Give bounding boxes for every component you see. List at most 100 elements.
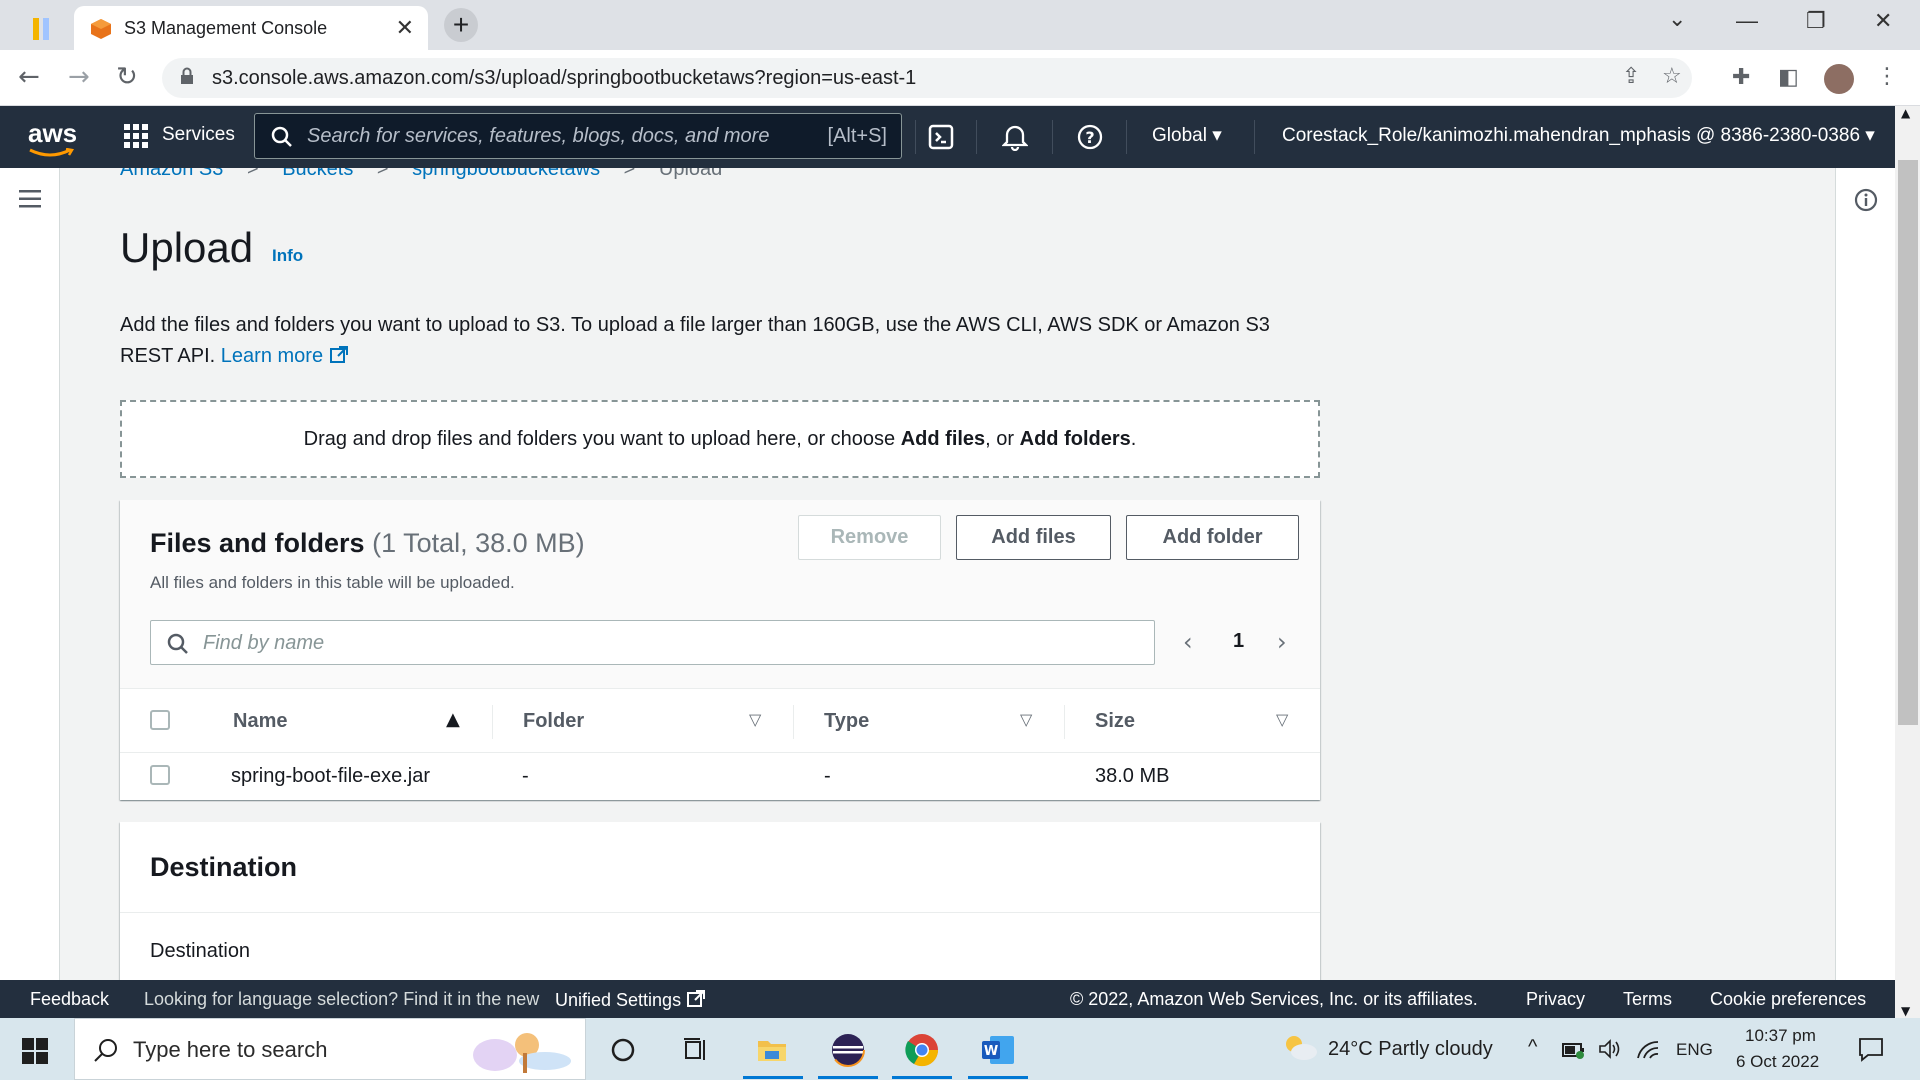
show-hidden-icons[interactable]: ^ [1528,1036,1537,1059]
services-grid-icon[interactable] [124,124,148,148]
language-indicator[interactable]: ENG [1676,1040,1713,1060]
account-menu[interactable]: Corestack_Role/kanimozhi.mahendran_mphas… [1282,124,1875,147]
cookie-preferences-link[interactable]: Cookie preferences [1710,989,1866,1010]
browser-tab[interactable]: S3 Management Console ✕ [74,6,428,50]
new-tab-button[interactable]: + [444,8,478,42]
hamburger-menu-icon[interactable] [19,190,41,208]
next-page-icon[interactable]: › [1277,628,1287,656]
terms-link[interactable]: Terms [1623,989,1672,1010]
column-name[interactable]: Name [233,689,287,754]
sort-ascending-icon[interactable]: ▲ [446,709,460,730]
share-icon[interactable]: ⇪ [1622,64,1640,89]
language-message: Looking for language selection? Find it … [144,989,540,1009]
aws-search-input[interactable]: Search for services, features, blogs, do… [254,113,902,159]
restore-icon[interactable]: ❐ [1806,8,1826,34]
scroll-up-icon[interactable]: ▲ [1901,106,1910,120]
column-size[interactable]: Size [1095,689,1135,754]
reload-icon[interactable]: ↻ [116,62,138,92]
sort-icon[interactable]: ▽ [1020,710,1032,729]
privacy-link[interactable]: Privacy [1526,989,1585,1010]
battery-icon[interactable] [1562,1040,1586,1060]
search-icon [94,1039,117,1062]
svg-text:?: ? [1085,128,1094,147]
tab-close-icon[interactable]: ✕ [396,16,414,41]
column-folder[interactable]: Folder [523,689,584,754]
sort-icon[interactable]: ▽ [1276,710,1288,729]
column-type[interactable]: Type [824,689,869,754]
forward-icon[interactable]: → [68,62,90,92]
notification-center-icon[interactable] [1858,1036,1884,1062]
scroll-down-icon[interactable]: ▼ [1901,1004,1910,1018]
unified-settings-link[interactable]: Unified Settings [555,989,706,1011]
extensions-icon[interactable]: ✚ [1732,65,1750,90]
aws-footer: Feedback Looking for language selection?… [0,980,1895,1018]
minimize-icon[interactable]: — [1736,8,1758,34]
breadcrumb-amazon-s3[interactable]: Amazon S3 [120,168,223,180]
page-description: Add the files and folders you want to up… [120,314,1270,367]
search-icon [271,126,292,147]
destination-panel: Destination Destination [120,822,1320,980]
chrome-icon[interactable] [900,1028,944,1072]
back-icon[interactable]: ← [18,62,40,92]
app-icon[interactable] [12,8,72,50]
weather-partly-cloudy-icon[interactable] [1280,1032,1318,1062]
feedback-link[interactable]: Feedback [30,989,109,1010]
add-folder-button[interactable]: Add folder [1126,515,1299,560]
windows-start-icon[interactable] [22,1038,48,1064]
learn-more-link[interactable]: Learn more [221,345,349,367]
svg-text:W: W [984,1044,998,1059]
file-type: - [824,765,831,787]
dropzone-add-files: Add files [900,427,986,450]
breadcrumb-bucket[interactable]: springbootbucketaws [412,168,600,180]
previous-page-icon[interactable]: ‹ [1183,628,1193,656]
task-view-icon[interactable] [674,1028,718,1072]
aws-logo[interactable]: aws [28,118,77,157]
browser-tab-bar: S3 Management Console ✕ + ⌄ — ❐ ✕ [0,0,1920,50]
find-by-name-input[interactable]: Find by name [150,620,1155,665]
file-explorer-icon[interactable] [750,1028,794,1072]
bookmark-star-icon[interactable]: ☆ [1662,64,1682,89]
breadcrumb-current: Upload [658,168,723,180]
cloudshell-icon[interactable] [928,124,954,150]
cortana-icon[interactable] [601,1028,645,1072]
profile-avatar[interactable] [1824,64,1854,94]
scrollbar-thumb[interactable] [1898,160,1918,725]
tools-rail [1835,168,1895,980]
breadcrumb-buckets[interactable]: Buckets [282,168,353,180]
sort-icon[interactable]: ▽ [749,710,761,729]
side-panel-icon[interactable]: ◧ [1778,65,1799,90]
row-checkbox[interactable] [150,765,170,785]
select-all-checkbox[interactable] [150,710,170,730]
weather-text[interactable]: 24°C Partly cloudy [1328,1038,1493,1061]
add-files-button[interactable]: Add files [956,515,1111,560]
clock-time[interactable]: 10:37 pm [1745,1026,1816,1046]
info-link[interactable]: Info [272,246,303,266]
page-number[interactable]: 1 [1233,630,1244,653]
volume-icon[interactable] [1598,1038,1622,1060]
taskbar-search[interactable]: Type here to search [74,1018,586,1080]
files-count: (1 Total, 38.0 MB) [372,528,585,558]
browser-menu-icon[interactable]: ⋮ [1876,64,1898,89]
aws-search-placeholder: Search for services, features, blogs, do… [307,125,770,147]
breadcrumb: Amazon S3 > Buckets > springbootbucketaw… [120,168,722,181]
help-icon[interactable]: ? [1077,124,1103,150]
notifications-bell-icon[interactable] [1002,123,1028,151]
table-row[interactable]: spring-boot-file-exe.jar - - 38.0 MB [120,753,1320,800]
clock-date[interactable]: 6 Oct 2022 [1736,1052,1819,1072]
copyright: © 2022, Amazon Web Services, Inc. or its… [1070,989,1478,1009]
region-selector[interactable]: Global ▾ [1152,124,1222,147]
word-icon[interactable]: W [976,1028,1020,1072]
tab-search-chevron-icon[interactable]: ⌄ [1668,6,1686,32]
remove-button[interactable]: Remove [798,515,941,560]
upload-dropzone[interactable]: Drag and drop files and folders you want… [120,400,1320,478]
window-close-icon[interactable]: ✕ [1874,8,1892,34]
file-size: 38.0 MB [1095,765,1170,787]
wifi-icon[interactable] [1636,1038,1660,1060]
services-menu[interactable]: Services [162,124,235,146]
info-panel-icon[interactable] [1854,188,1878,212]
destination-title: Destination [150,852,298,882]
address-bar[interactable]: s3.console.aws.amazon.com/s3/upload/spri… [162,58,1692,98]
eclipse-icon[interactable] [826,1028,870,1072]
main-content: Amazon S3 > Buckets > springbootbucketaw… [0,168,1895,980]
s3-favicon-icon [91,19,111,39]
